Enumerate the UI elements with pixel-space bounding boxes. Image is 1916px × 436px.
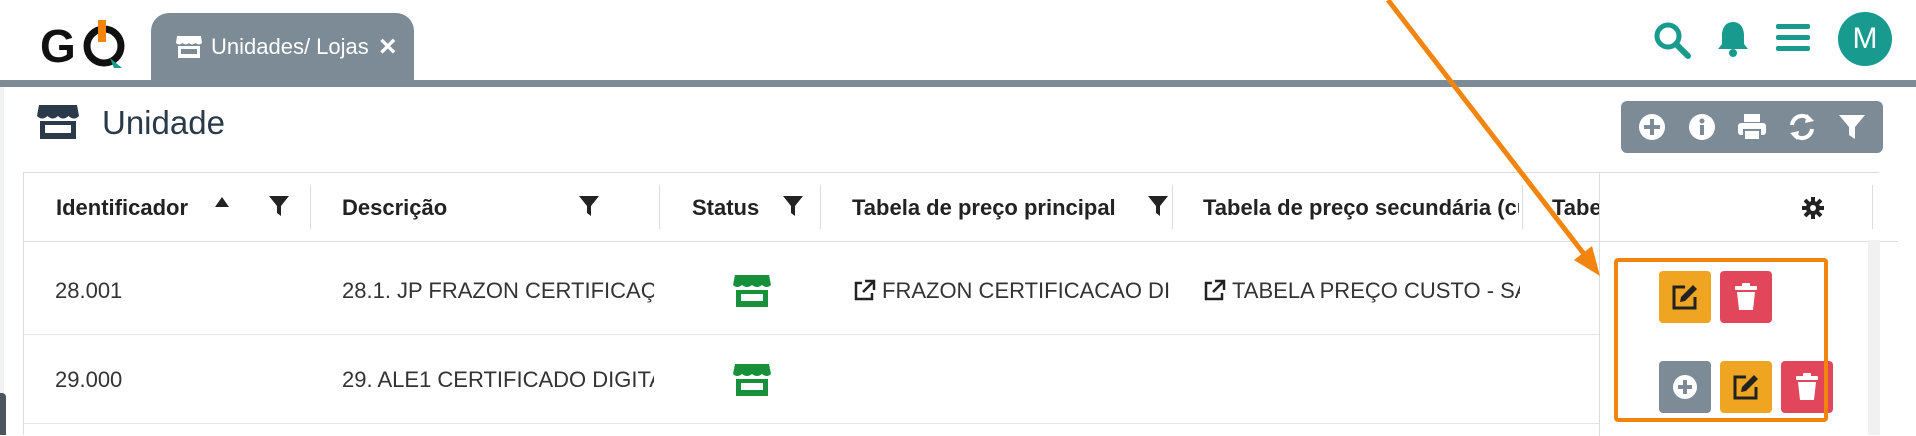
- delete-button[interactable]: [1720, 271, 1772, 323]
- page-title: Unidade: [102, 104, 225, 141]
- column-header-identificador[interactable]: Identificador: [56, 173, 206, 242]
- table-row[interactable]: 29.000 29. ALE1 CERTIFICADO DIGITAL: [24, 336, 1600, 424]
- tab-label: Unidades/ Lojas: [211, 33, 369, 59]
- column-divider[interactable]: [1522, 185, 1523, 229]
- cell-descricao: 28.1. JP FRAZON CERTIFICAÇÃO: [342, 278, 654, 303]
- avatar[interactable]: M: [1838, 12, 1892, 66]
- add-child-button[interactable]: [1659, 361, 1711, 413]
- column-header-status[interactable]: Status: [692, 173, 772, 242]
- data-grid: Identificador Descrição Status Tabela de…: [23, 172, 1898, 436]
- actions-column: [1599, 173, 1880, 436]
- cell-tabela-secundaria: [1202, 336, 1520, 424]
- tab-underline: [0, 80, 1916, 87]
- external-link-icon: [1204, 279, 1226, 301]
- cell-descricao: 29. ALE1 CERTIFICADO DIGITAL: [342, 367, 654, 392]
- column-header-tabela[interactable]: Tabela: [1552, 173, 1600, 242]
- cell-tabela-principal[interactable]: FRAZON CERTIFICACAO DIGITAL: [852, 247, 1170, 335]
- info-button[interactable]: [1685, 110, 1719, 144]
- edit-icon: [1672, 285, 1697, 310]
- sidebar-toggle-handle[interactable]: [0, 393, 6, 435]
- plus-circle-icon: [1673, 375, 1697, 399]
- column-divider[interactable]: [310, 185, 311, 229]
- svg-text:G: G: [40, 20, 76, 70]
- store-icon: [733, 275, 771, 307]
- tabela-principal-link[interactable]: FRAZON CERTIFICACAO DIGITAL: [882, 278, 1170, 304]
- grid-toolbar: [1621, 101, 1883, 153]
- filter-button[interactable]: [1835, 110, 1869, 144]
- store-icon: [733, 364, 771, 396]
- info-circle-icon: [1689, 114, 1715, 140]
- cell-status: [732, 247, 782, 335]
- trash-icon: [1796, 373, 1818, 400]
- external-link-icon: [854, 279, 876, 301]
- column-header-descricao[interactable]: Descrição: [342, 173, 542, 242]
- cell-status: [732, 336, 782, 424]
- store-icon: [176, 35, 202, 58]
- filter-icon[interactable]: [578, 195, 600, 217]
- tabela-secundaria-link[interactable]: TABELA PREÇO CUSTO - SA: [1232, 278, 1520, 304]
- column-divider[interactable]: [1172, 185, 1173, 229]
- vertical-scrollbar[interactable]: [1868, 240, 1880, 435]
- column-divider[interactable]: [659, 185, 660, 229]
- filter-icon[interactable]: [782, 195, 804, 217]
- cell-identificador: 28.001: [55, 278, 123, 303]
- cell-tabela-secundaria[interactable]: TABELA PREÇO CUSTO - SA: [1202, 247, 1520, 335]
- edit-button[interactable]: [1720, 361, 1772, 413]
- top-bar: G Unidades/ Lojas × M: [0, 0, 1916, 80]
- tab-unidades[interactable]: Unidades/ Lojas ×: [151, 13, 414, 80]
- table-row[interactable]: 28.001 28.1. JP FRAZON CERTIFICAÇÃO FRAZ…: [24, 247, 1600, 335]
- app-logo[interactable]: G: [40, 18, 130, 70]
- column-divider[interactable]: [820, 185, 821, 229]
- edit-button[interactable]: [1659, 271, 1711, 323]
- cell-identificador: 29.000: [55, 367, 123, 392]
- search-icon[interactable]: [1652, 20, 1692, 60]
- left-edge: [0, 87, 4, 435]
- bell-icon[interactable]: [1716, 20, 1750, 58]
- filter-icon[interactable]: [268, 195, 290, 217]
- print-button[interactable]: [1735, 110, 1769, 144]
- edit-icon: [1733, 375, 1758, 400]
- filter-icon: [1839, 115, 1865, 139]
- refresh-button[interactable]: [1785, 110, 1819, 144]
- delete-button[interactable]: [1781, 361, 1833, 413]
- sync-icon: [1790, 113, 1814, 141]
- trash-icon: [1735, 283, 1757, 310]
- store-icon: [37, 105, 79, 139]
- column-header-tabela-secundaria[interactable]: Tabela de preço secundária (custo): [1203, 173, 1519, 242]
- filter-icon[interactable]: [1147, 195, 1169, 217]
- close-icon[interactable]: ×: [379, 31, 397, 62]
- cell-tabela-principal: [852, 336, 1170, 424]
- menu-icon[interactable]: [1776, 22, 1810, 54]
- plus-circle-icon: [1639, 114, 1665, 140]
- add-button[interactable]: [1635, 110, 1669, 144]
- column-header-tabela-principal[interactable]: Tabela de preço principal: [852, 173, 1142, 242]
- sort-asc-icon[interactable]: [215, 197, 229, 207]
- print-icon: [1738, 114, 1766, 141]
